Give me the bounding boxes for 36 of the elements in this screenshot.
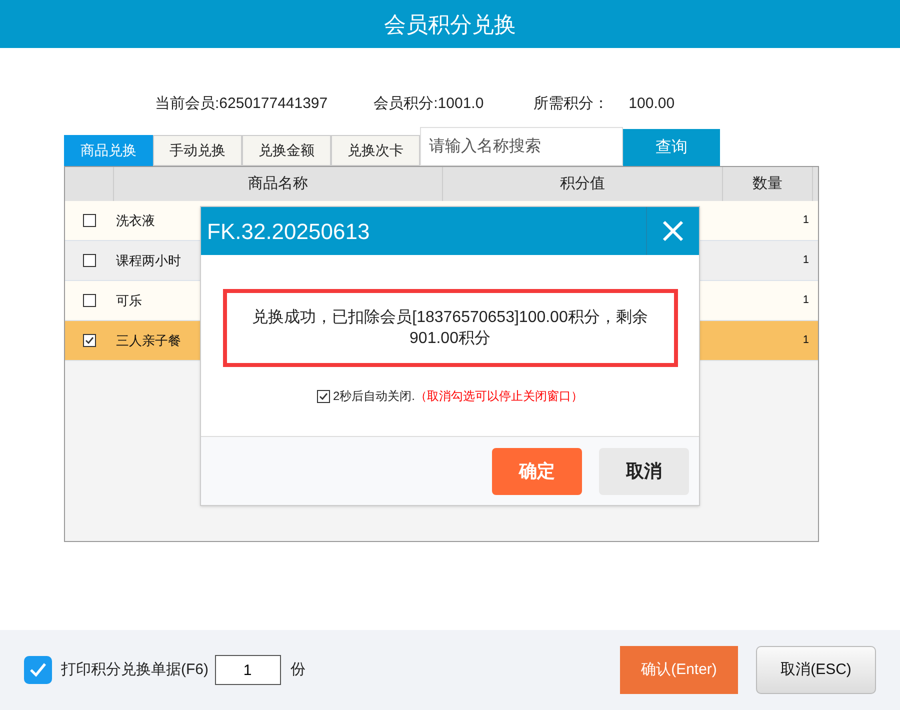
column-header: 商品名称 (248, 174, 308, 194)
row-checkbox[interactable] (83, 214, 96, 227)
success-message: 兑换成功，已扣除会员[18376570653]100.00积分，剩余901.00积分 (251, 308, 649, 349)
quantity-cell-text: 1 (802, 293, 809, 308)
column-header: 积分值 (560, 174, 605, 194)
print-label: 打印积分兑换单据(F6) (61, 660, 208, 680)
auto-close-checkbox[interactable] (316, 390, 330, 402)
row-checkbox[interactable] (83, 294, 96, 307)
quantity-cell-text: 1 (802, 213, 809, 228)
row-checkbox[interactable] (83, 334, 96, 347)
print-checkbox[interactable] (24, 656, 52, 684)
cancel-button[interactable]: 取消(ESC) (756, 646, 876, 694)
auto-close-label: 2秒后自动关闭. (332, 388, 415, 405)
copies-field[interactable]: 1 (214, 655, 280, 685)
row-checkbox[interactable] (83, 254, 96, 267)
product-name: 可乐 (116, 292, 142, 308)
tab[interactable]: 手动兑换 (153, 135, 242, 166)
tab[interactable]: 兑换次卡 (331, 135, 420, 166)
member-info-text: 所需积分： (534, 94, 609, 114)
tab[interactable]: 兑换金额 (242, 135, 331, 166)
dialog-cancel-button[interactable]: 取消 (599, 448, 689, 494)
required-points-value: 100.00 (628, 94, 675, 114)
product-name: 课程两小时 (116, 252, 181, 268)
copies-unit: 份 (290, 660, 306, 680)
quantity-cell-text: 1 (802, 253, 809, 268)
dialog-title: FK.32.20250613 (206, 218, 371, 246)
auto-close-hint: （取消勾选可以停止关闭窗口） (415, 388, 583, 405)
window-title: 会员积分兑换 (384, 10, 516, 38)
quantity-cell-text: 1 (802, 333, 809, 348)
column-header: 数量 (752, 174, 782, 194)
product-name: 洗衣液 (116, 212, 155, 228)
product-name: 三人亲子餐 (116, 332, 181, 348)
member-info-text: 会员积分:1001.0 (374, 94, 484, 114)
search-field[interactable]: 请输入名称搜索 (420, 127, 623, 166)
member-info-text: 当前会员:6250177441397 (155, 94, 328, 114)
close-icon (662, 220, 684, 242)
